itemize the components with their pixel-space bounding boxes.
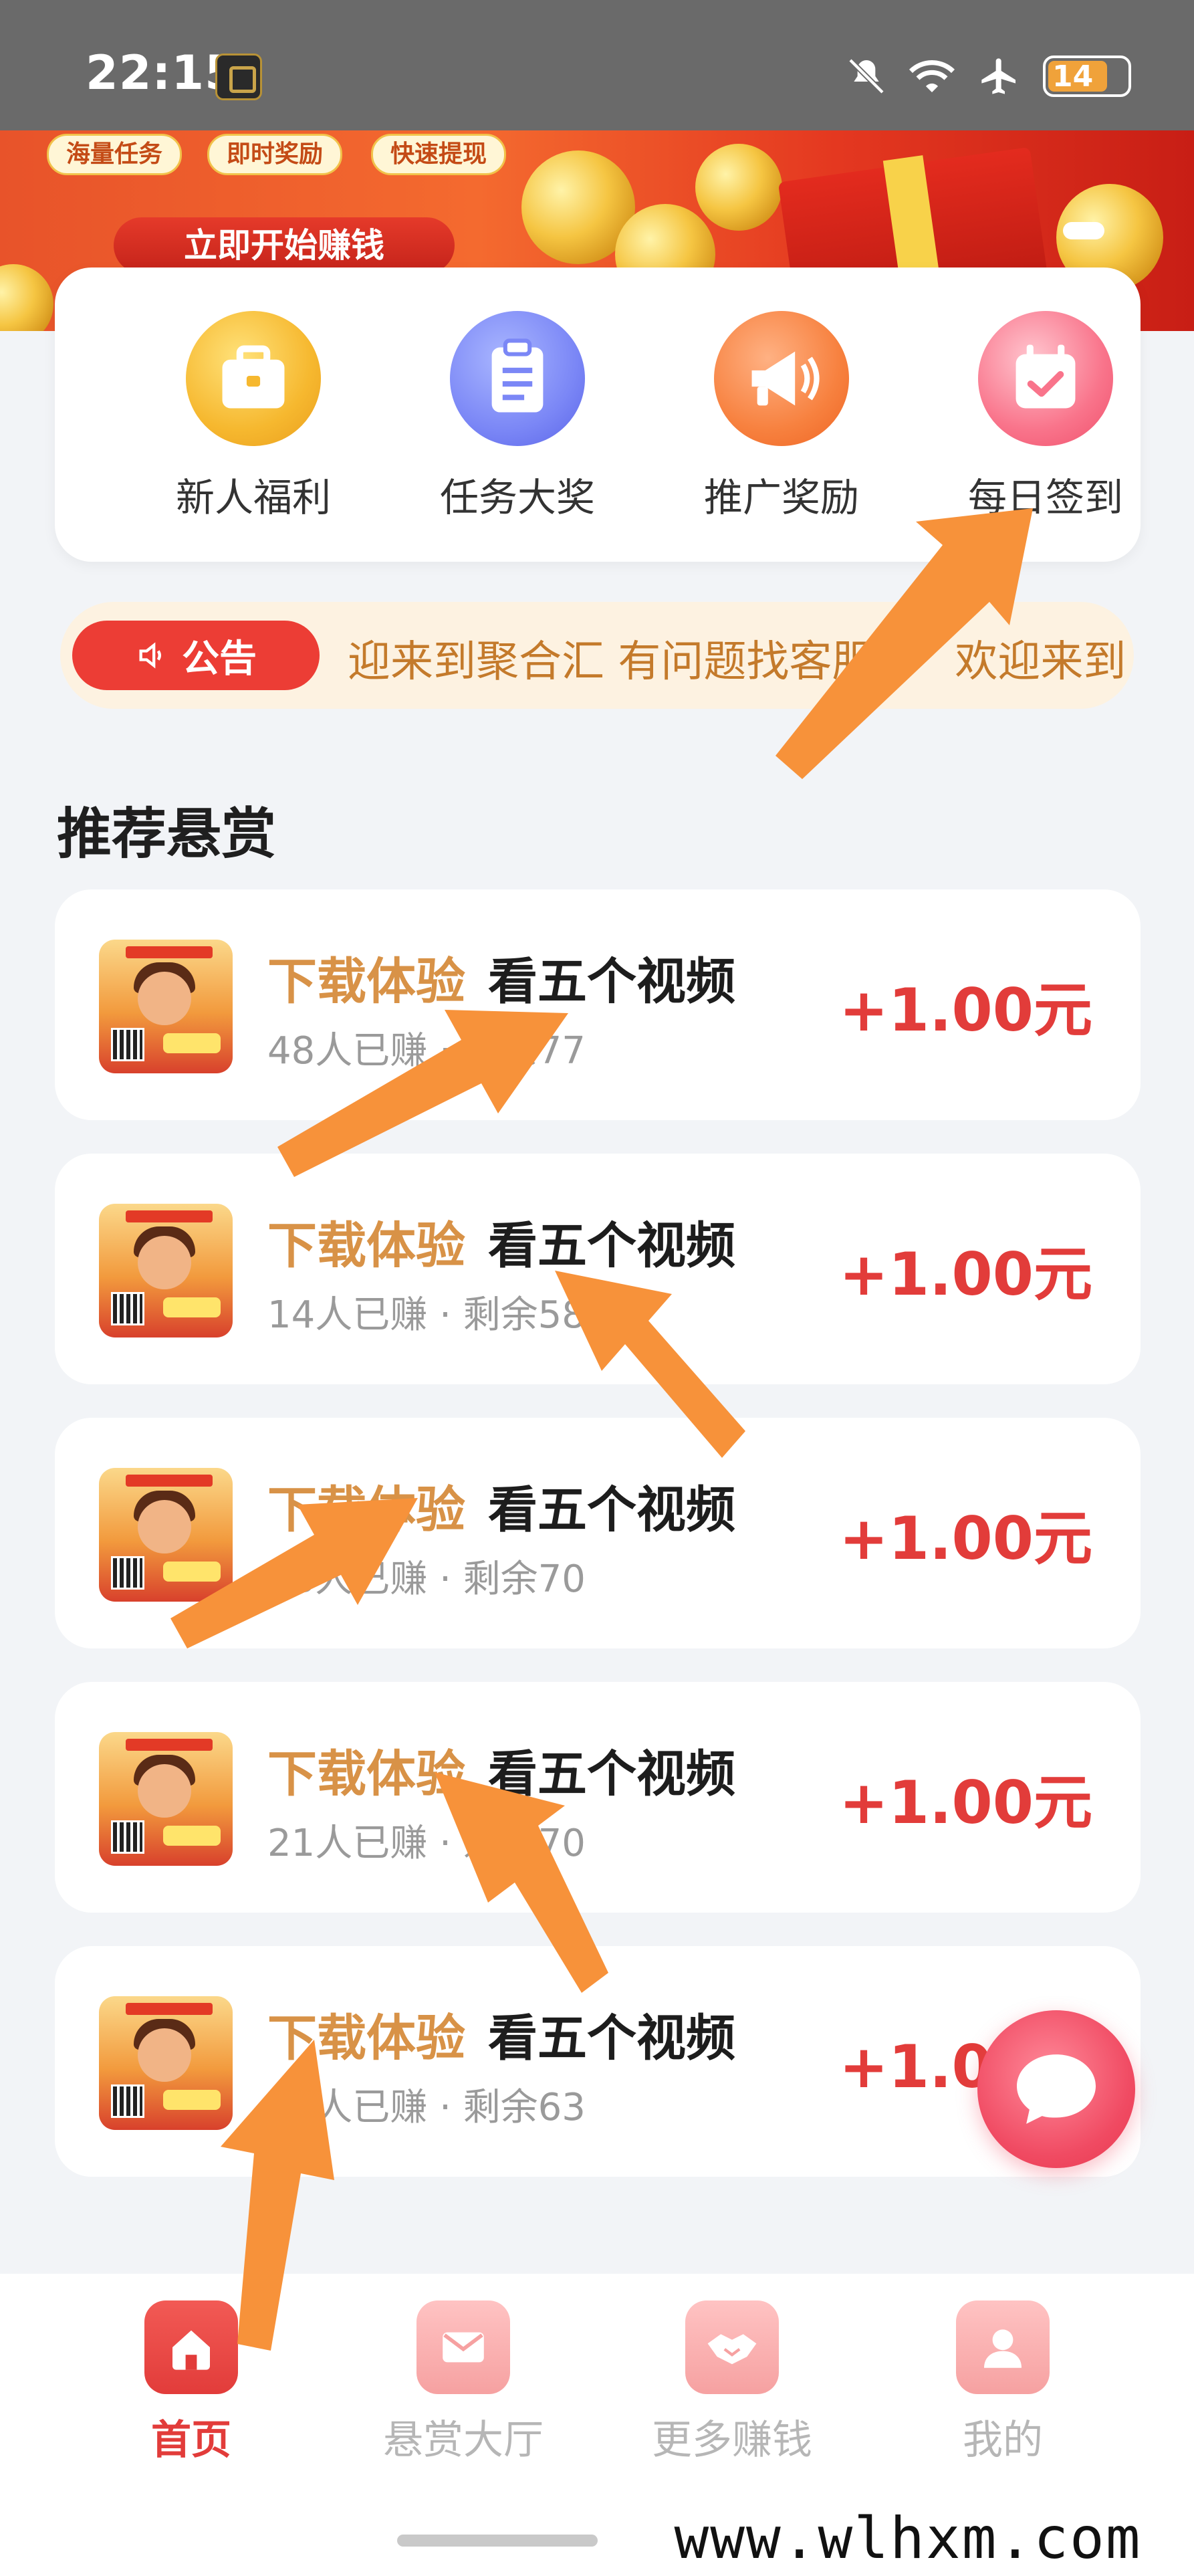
task-remaining: 剩余70	[463, 1822, 586, 1865]
nav-label: 悬赏大厅	[383, 2417, 544, 2464]
mail-icon	[416, 2300, 510, 2394]
announcement-badge: 公告	[72, 621, 320, 690]
quick-actions-card: 新人福利 任务大奖 推广奖励 每日签到	[55, 267, 1141, 562]
task-prefix: 下载体验	[267, 1217, 465, 1275]
user-icon	[956, 2300, 1050, 2394]
separator: ·	[427, 1822, 463, 1865]
start-earning-button[interactable]: 立即开始赚钱	[114, 217, 455, 274]
task-prefix: 下载体验	[267, 1481, 465, 1539]
quick-action-task-prize[interactable]: 任务大奖	[417, 311, 618, 522]
task-prefix: 下载体验	[267, 1745, 465, 1803]
megaphone-icon	[714, 311, 849, 446]
nav-item-home[interactable]: 首页	[91, 2300, 291, 2466]
task-remaining: 剩余58	[463, 1293, 586, 1337]
task-thumbnail	[99, 1468, 233, 1602]
quick-action-daily-checkin[interactable]: 每日签到	[945, 311, 1146, 522]
chat-bubble-icon	[1017, 2054, 1096, 2124]
separator: ·	[427, 2086, 463, 2129]
customer-service-button[interactable]	[977, 2010, 1135, 2168]
announcement-text: 迎来到聚合汇 有问题找客服	[348, 637, 875, 687]
task-card[interactable]: 下载体验 看五个视频 48人已赚 · 剩余77 +1.00元	[55, 889, 1141, 1120]
handshake-icon	[685, 2300, 779, 2394]
clipboard-icon	[450, 311, 585, 446]
separator: ·	[427, 1558, 463, 1601]
task-title: 看五个视频	[488, 1481, 735, 1539]
task-reward: +1.00元	[839, 1240, 1092, 1309]
task-remaining: 剩余63	[463, 2086, 586, 2129]
task-reward: +1.00元	[839, 1768, 1092, 1837]
quick-action-label: 推广奖励	[703, 475, 859, 520]
quick-action-label: 任务大奖	[439, 475, 595, 520]
nav-item-mine[interactable]: 我的	[903, 2300, 1103, 2466]
task-prefix: 下载体验	[267, 953, 465, 1010]
separator: ·	[427, 1293, 463, 1337]
airplane-icon	[981, 58, 1016, 94]
battery-level: 14	[1052, 60, 1094, 94]
nav-item-more-earning[interactable]: 更多赚钱	[632, 2300, 832, 2466]
speaker-icon	[139, 642, 161, 669]
home-icon	[144, 2300, 238, 2394]
task-card[interactable]: 下载体验 看五个视频 18人已赚 · 剩余70 +1.00元	[55, 1418, 1141, 1648]
home-indicator	[397, 2535, 598, 2547]
task-thumbnail	[99, 1204, 233, 1337]
task-remaining: 剩余77	[463, 1029, 586, 1073]
banner-tag: 海量任务	[47, 134, 183, 175]
task-thumbnail	[99, 1732, 233, 1866]
separator: ·	[427, 1029, 463, 1073]
task-title: 看五个视频	[488, 953, 735, 1010]
section-title: 推荐悬赏	[57, 802, 277, 866]
wifi-icon	[909, 60, 955, 92]
task-card[interactable]: 下载体验 看五个视频 21人已赚 · 剩余70 +1.00元	[55, 1682, 1141, 1913]
briefcase-icon	[186, 311, 321, 446]
announcement-marquee: 迎来到聚合汇 有问题找客服 欢迎来到	[348, 627, 1134, 689]
task-earned-count: 21人已赚	[267, 1822, 428, 1865]
quick-action-label: 每日签到	[967, 475, 1123, 520]
task-remaining: 剩余70	[463, 1558, 586, 1601]
status-indicators: 14	[845, 49, 1131, 103]
announcement-badge-label: 公告	[182, 637, 257, 681]
task-title: 看五个视频	[488, 1217, 735, 1275]
status-bar: 22:15 14	[0, 0, 1194, 130]
task-reward: +1.00元	[839, 976, 1092, 1045]
task-reward: +1.00元	[839, 1504, 1092, 1573]
task-card[interactable]: 下载体验 看五个视频 14人已赚 · 剩余58 +1.00元	[55, 1154, 1141, 1384]
task-prefix: 下载体验	[267, 2010, 465, 2067]
task-title: 看五个视频	[488, 1745, 735, 1803]
battery-icon: 14	[1043, 56, 1131, 97]
announcement-bar[interactable]: 公告 迎来到聚合汇 有问题找客服 欢迎来到	[60, 602, 1134, 709]
task-earned-count: 48人已赚	[267, 1029, 428, 1073]
task-thumbnail	[99, 1996, 233, 2130]
task-earned-count: 18人已赚	[267, 1558, 428, 1601]
quick-action-newcomer[interactable]: 新人福利	[153, 311, 354, 522]
quick-action-label: 新人福利	[175, 475, 331, 520]
task-earned-count: 14人已赚	[267, 1293, 428, 1337]
nav-label: 更多赚钱	[652, 2417, 812, 2464]
banner-page-indicator	[1063, 222, 1104, 239]
nav-item-bounty-hall[interactable]: 悬赏大厅	[363, 2300, 564, 2466]
banner-tag: 即时奖励	[207, 134, 343, 175]
task-title: 看五个视频	[488, 2010, 735, 2067]
announcement-text-repeat: 欢迎来到	[955, 637, 1126, 687]
calendar-check-icon	[978, 311, 1113, 446]
watermark: www.wlhxm.com	[622, 2501, 1194, 2576]
banner-tag: 快速提现	[371, 134, 507, 175]
task-earned-count: 16人已赚	[267, 2086, 428, 2129]
quick-action-promotion[interactable]: 推广奖励	[681, 311, 882, 522]
task-thumbnail	[99, 940, 233, 1073]
nav-label: 我的	[963, 2417, 1043, 2464]
app-notification-icon	[215, 53, 262, 100]
mute-icon	[848, 58, 884, 94]
nav-label: 首页	[151, 2417, 231, 2464]
